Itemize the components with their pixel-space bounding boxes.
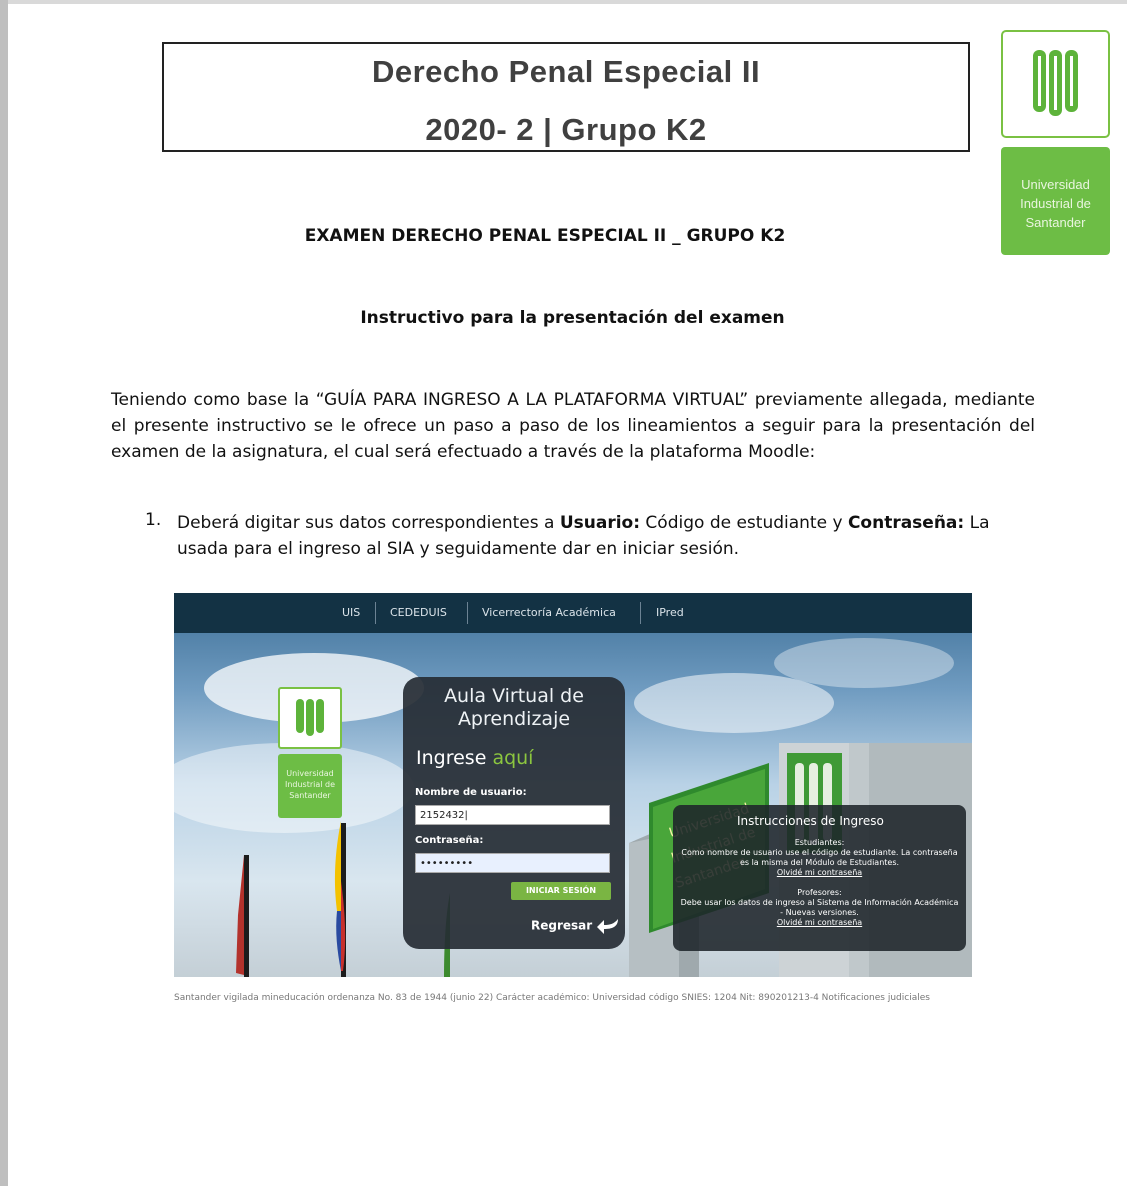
instructions-title: Instructivo para la presentación del exa… xyxy=(360,308,785,328)
return-arrow-icon xyxy=(597,919,619,934)
login-panel: Aula Virtual de Aprendizaje Ingrese aquí… xyxy=(403,677,625,949)
step-text-b: Código de estudiante y xyxy=(640,513,848,533)
instructions-panel-body: Estudiantes: Como nombre de usuario use … xyxy=(679,838,960,928)
step-user-label: Usuario: xyxy=(559,513,641,533)
mini-university-name: Universidad Industrial de Santander xyxy=(278,754,342,818)
nav-separator xyxy=(640,602,641,624)
mini-logo-line-1: Universidad xyxy=(286,769,334,778)
colombia-flag-icon xyxy=(334,821,346,971)
course-group: 2020- 2 | Grupo K2 xyxy=(425,112,707,147)
teachers-text: Debe usar los datos de ingreso al Sistem… xyxy=(680,898,959,917)
back-link-label: Regresar xyxy=(531,918,593,933)
page-edge xyxy=(0,0,8,1186)
screenshot-footer-text: Santander vigilada mineducación ordenanz… xyxy=(174,993,930,1003)
mini-logo-line-3: Santander xyxy=(289,791,331,800)
cloud xyxy=(634,673,834,733)
page-edge-top xyxy=(8,0,1127,4)
uis-mini-logo-icon xyxy=(278,687,342,749)
exam-title: EXAMEN DERECHO PENAL ESPECIAL II _ GRUPO… xyxy=(304,226,786,246)
nav-item-ipred[interactable]: IPred xyxy=(656,606,684,619)
step-text: Deberá digitar sus datos correspondiente… xyxy=(177,510,1037,562)
password-label: Contraseña: xyxy=(415,835,484,846)
students-heading: Estudiantes: xyxy=(794,838,845,847)
login-heading-accent: aquí xyxy=(492,747,534,769)
course-title: Derecho Penal Especial II xyxy=(371,54,761,89)
uis-logo-icon xyxy=(1001,30,1110,138)
login-instructions-panel: Instrucciones de Ingreso Estudiantes: Co… xyxy=(673,805,966,951)
username-label: Nombre de usuario: xyxy=(415,787,527,798)
course-header-box: Derecho Penal Especial II 2020- 2 | Grup… xyxy=(162,42,970,152)
login-screenshot: UIS CEDEDUIS Vicerrectoría Académica IPr… xyxy=(174,593,972,977)
login-heading-text: Ingrese xyxy=(416,747,487,769)
platform-title-line-1: Aula Virtual de xyxy=(444,685,584,707)
flag-icon xyxy=(236,855,244,975)
login-heading: Ingrese aquí xyxy=(416,747,533,769)
logo-line-1: Universidad xyxy=(1021,177,1090,192)
back-link[interactable]: Regresar xyxy=(531,917,620,935)
teachers-forgot-password-link[interactable]: Olvidé mi contraseña xyxy=(679,918,960,928)
username-field[interactable] xyxy=(415,805,610,825)
platform-title-line-2: Aprendizaje xyxy=(457,708,571,730)
students-text: Como nombre de usuario use el código de … xyxy=(681,848,958,867)
screenshot-nav-bar: UIS CEDEDUIS Vicerrectoría Académica IPr… xyxy=(174,593,972,633)
step-pass-label: Contraseña: xyxy=(847,513,965,533)
step-number: 1. xyxy=(145,510,162,530)
platform-title: Aula Virtual de Aprendizaje xyxy=(403,685,625,731)
students-forgot-password-link[interactable]: Olvidé mi contraseña xyxy=(679,868,960,878)
instructions-panel-title: Instrucciones de Ingreso xyxy=(737,814,884,828)
mini-logo-line-2: Industrial de xyxy=(284,780,336,789)
logo-line-2: Industrial de xyxy=(1020,196,1091,211)
nav-item-cededuis[interactable]: CEDEDUIS xyxy=(390,606,447,619)
nav-item-vicerrectoria[interactable]: Vicerrectoría Académica xyxy=(482,606,616,619)
step-text-a: Deberá digitar sus datos correspondiente… xyxy=(177,513,560,533)
cloud xyxy=(774,638,954,688)
password-field[interactable] xyxy=(415,853,610,873)
login-button[interactable]: INICIAR SESIÓN xyxy=(511,882,611,900)
nav-separator xyxy=(467,602,468,624)
nav-item-uis[interactable]: UIS xyxy=(342,606,360,619)
teachers-heading: Profesores: xyxy=(797,888,842,897)
nav-separator xyxy=(375,602,376,624)
intro-paragraph: Teniendo como base la “GUÍA PARA INGRESO… xyxy=(111,390,1035,462)
